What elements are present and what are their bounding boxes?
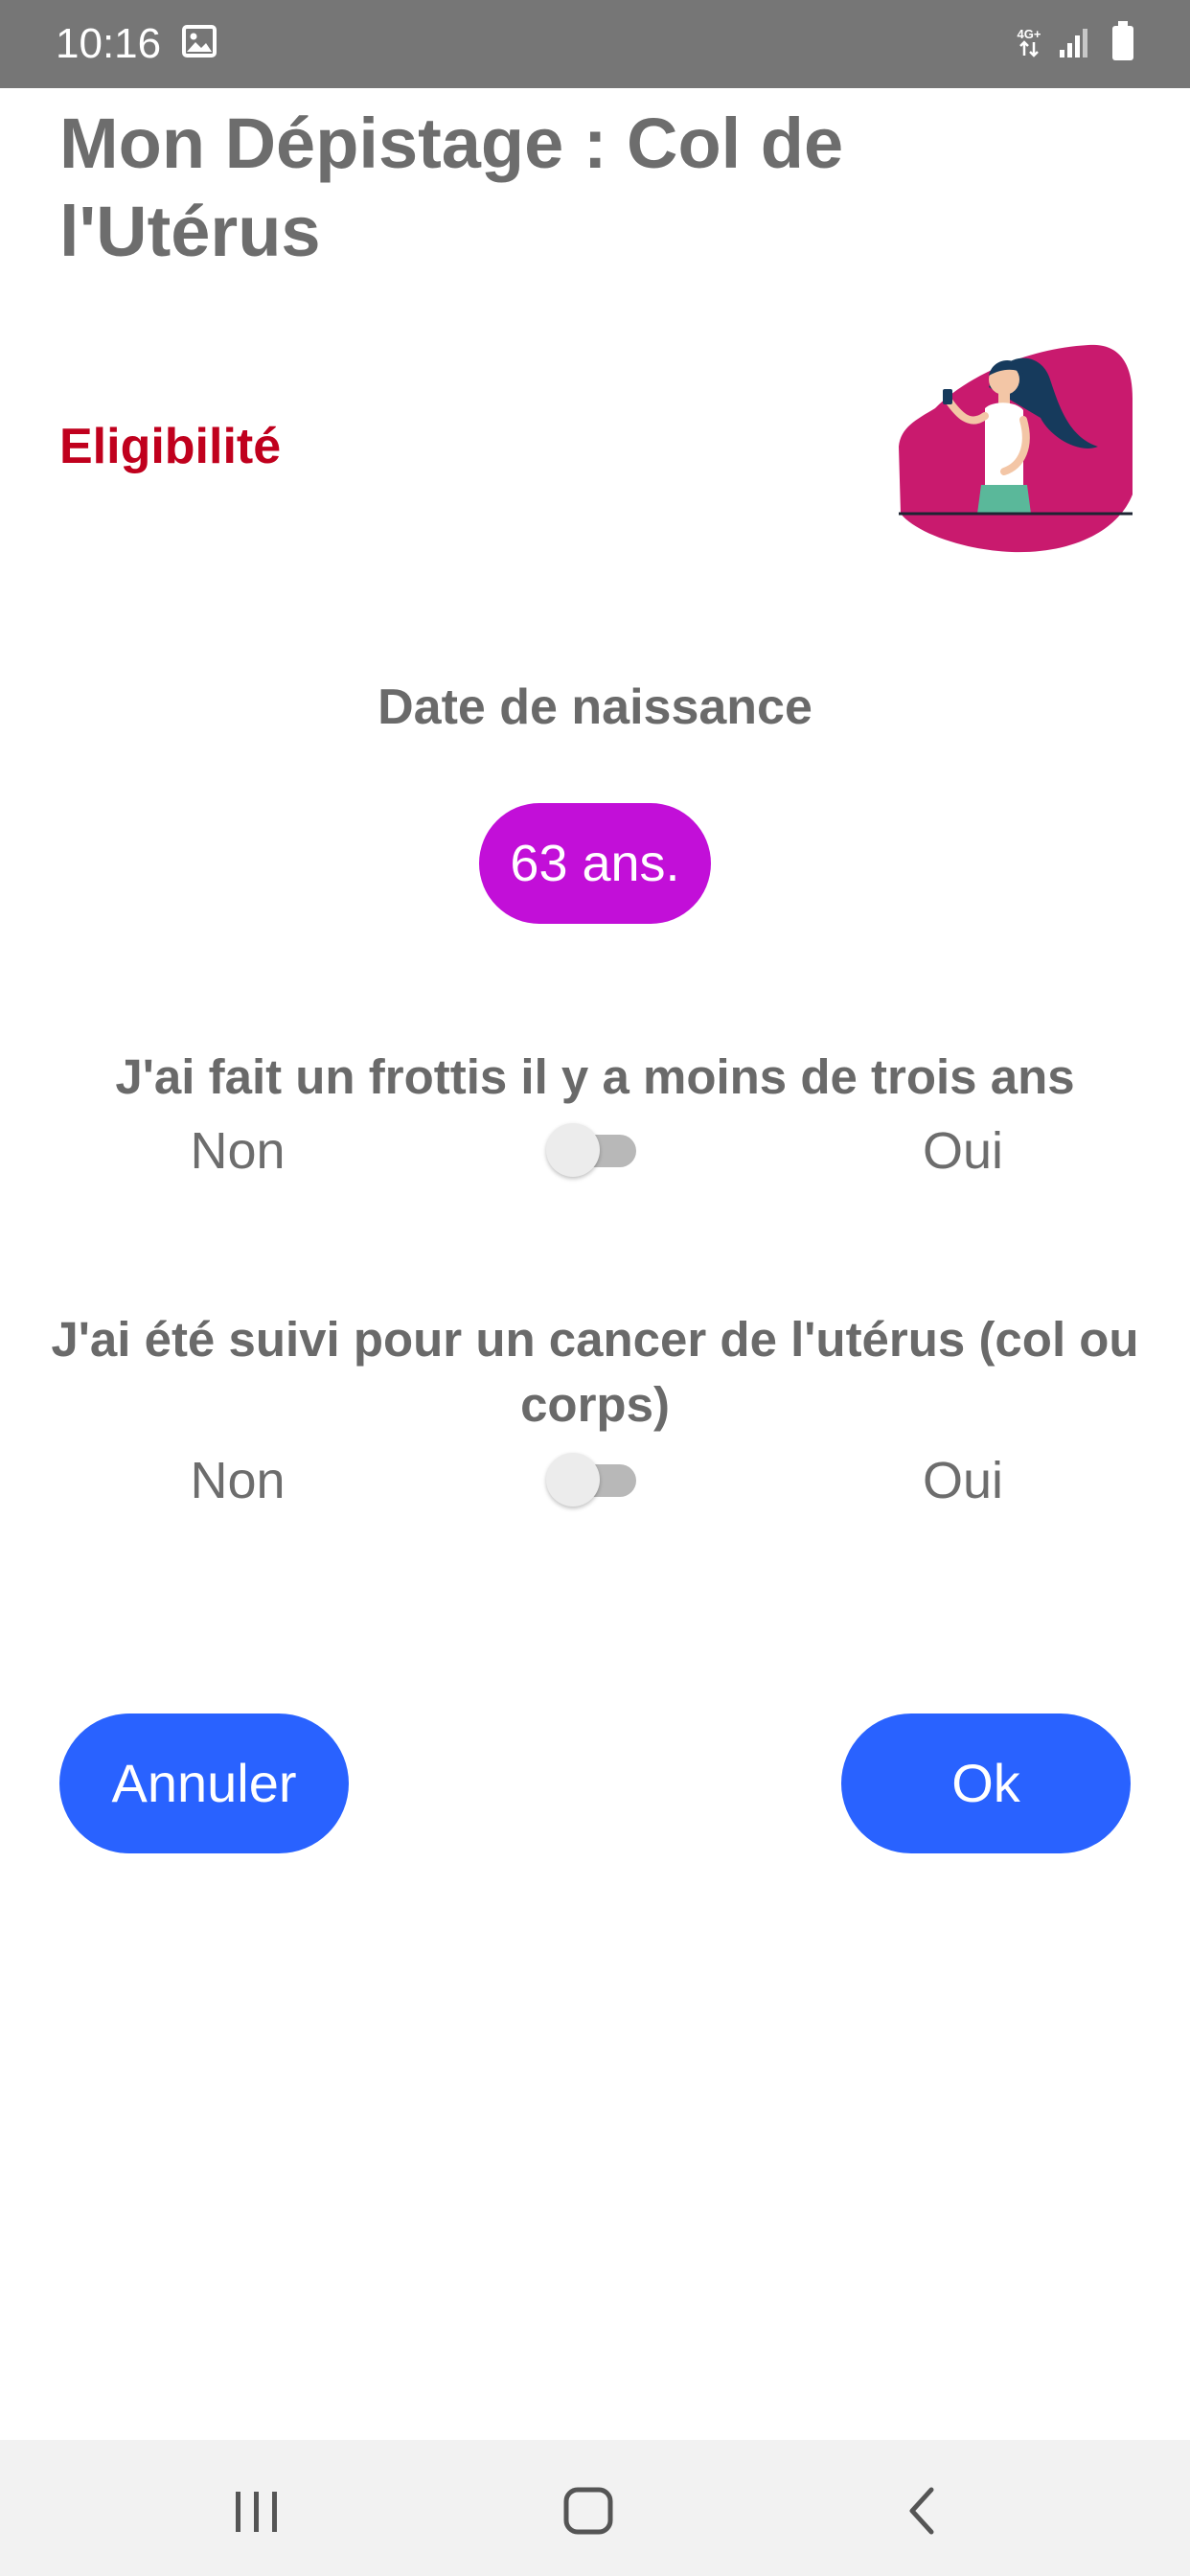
woman-with-phone-illustration xyxy=(899,344,1133,553)
cancer-followup-no-label: Non xyxy=(190,1452,286,1509)
smear-test-yes-label: Oui xyxy=(922,1122,1004,1180)
page-title: Mon Dépistage : Col de l'Utérus xyxy=(59,104,844,271)
cancel-button[interactable]: Annuler xyxy=(59,1714,349,1853)
battery-icon xyxy=(1112,21,1133,60)
gallery-icon xyxy=(182,25,217,58)
status-bar: 10:16 4G+ xyxy=(0,0,1190,88)
toggle-thumb xyxy=(546,1123,600,1177)
question-smear-test-label: J'ai fait un frottis il y a moins de tro… xyxy=(115,1049,1075,1104)
network-4g-icon: 4G+ xyxy=(1018,27,1041,58)
cancer-followup-toggle[interactable] xyxy=(546,1451,638,1508)
signal-icon xyxy=(1060,29,1087,58)
navigation-bar xyxy=(0,2440,1190,2576)
cancer-followup-yes-label: Oui xyxy=(922,1452,1004,1509)
section-title: Eligibilité xyxy=(59,419,282,474)
toggle-thumb xyxy=(546,1453,600,1506)
smear-test-toggle[interactable] xyxy=(546,1121,638,1179)
question-cancer-followup-label: J'ai été suivi pour un cancer de l'utéru… xyxy=(51,1312,1139,1432)
age-value-pill[interactable]: 63 ans. xyxy=(479,803,711,924)
ok-button[interactable]: Ok xyxy=(841,1714,1131,1853)
smear-test-no-label: Non xyxy=(190,1122,286,1180)
status-time: 10:16 xyxy=(56,20,162,67)
back-icon[interactable] xyxy=(901,2486,945,2536)
network-label: 4G+ xyxy=(1018,27,1041,41)
birth-date-label: Date de naissance xyxy=(378,679,812,735)
home-icon[interactable] xyxy=(561,2486,615,2536)
recent-apps-icon[interactable] xyxy=(230,2490,284,2534)
